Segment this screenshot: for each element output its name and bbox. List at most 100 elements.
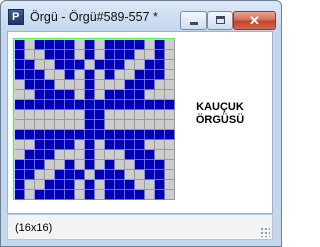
grid-cell[interactable] <box>65 80 75 90</box>
grid-cell[interactable] <box>115 90 125 100</box>
grid-cell[interactable] <box>55 50 65 60</box>
grid-cell[interactable] <box>95 60 105 70</box>
grid-cell[interactable] <box>165 120 175 130</box>
grid-cell[interactable] <box>115 170 125 180</box>
grid-cell[interactable] <box>85 90 95 100</box>
grid-cell[interactable] <box>125 160 135 170</box>
grid-cell[interactable] <box>35 110 45 120</box>
grid-cell[interactable] <box>125 50 135 60</box>
grid-cell[interactable] <box>145 110 155 120</box>
grid-cell[interactable] <box>35 140 45 150</box>
grid-cell[interactable] <box>35 40 45 50</box>
grid-cell[interactable] <box>105 70 115 80</box>
grid-cell[interactable] <box>45 150 55 160</box>
grid-cell[interactable] <box>115 50 125 60</box>
grid-cell[interactable] <box>95 120 105 130</box>
grid-cell[interactable] <box>75 160 85 170</box>
grid-cell[interactable] <box>115 140 125 150</box>
grid-cell[interactable] <box>95 100 105 110</box>
grid-cell[interactable] <box>75 170 85 180</box>
grid-cell[interactable] <box>135 100 145 110</box>
grid-cell[interactable] <box>25 60 35 70</box>
grid-cell[interactable] <box>145 50 155 60</box>
grid-cell[interactable] <box>45 110 55 120</box>
grid-cell[interactable] <box>105 40 115 50</box>
grid-cell[interactable] <box>25 140 35 150</box>
grid-cell[interactable] <box>25 70 35 80</box>
grid-cell[interactable] <box>145 170 155 180</box>
grid-cell[interactable] <box>145 60 155 70</box>
title-bar[interactable]: P Örgü - Örgü#589-557 * ✕ <box>1 1 281 31</box>
grid-cell[interactable] <box>15 120 25 130</box>
grid-cell[interactable] <box>65 150 75 160</box>
grid-cell[interactable] <box>15 170 25 180</box>
grid-cell[interactable] <box>45 180 55 190</box>
grid-cell[interactable] <box>25 170 35 180</box>
grid-cell[interactable] <box>135 190 145 200</box>
grid-cell[interactable] <box>105 130 115 140</box>
grid-cell[interactable] <box>65 160 75 170</box>
grid-cell[interactable] <box>15 110 25 120</box>
grid-cell[interactable] <box>65 180 75 190</box>
grid-cell[interactable] <box>65 170 75 180</box>
grid-cell[interactable] <box>65 70 75 80</box>
grid-cell[interactable] <box>165 50 175 60</box>
grid-cell[interactable] <box>15 50 25 60</box>
grid-cell[interactable] <box>135 120 145 130</box>
grid-cell[interactable] <box>105 140 115 150</box>
grid-cell[interactable] <box>35 160 45 170</box>
grid-cell[interactable] <box>165 180 175 190</box>
grid-cell[interactable] <box>95 150 105 160</box>
grid-cell[interactable] <box>15 70 25 80</box>
grid-cell[interactable] <box>145 180 155 190</box>
grid-cell[interactable] <box>25 80 35 90</box>
grid-cell[interactable] <box>155 110 165 120</box>
grid-cell[interactable] <box>95 70 105 80</box>
grid-cell[interactable] <box>45 130 55 140</box>
grid-cell[interactable] <box>25 190 35 200</box>
grid-cell[interactable] <box>65 130 75 140</box>
grid-cell[interactable] <box>165 170 175 180</box>
grid-cell[interactable] <box>55 170 65 180</box>
grid-cell[interactable] <box>25 50 35 60</box>
grid-cell[interactable] <box>165 60 175 70</box>
grid-cell[interactable] <box>145 140 155 150</box>
grid-cell[interactable] <box>45 90 55 100</box>
pattern-canvas[interactable] <box>13 38 175 200</box>
grid-cell[interactable] <box>155 150 165 160</box>
grid-cell[interactable] <box>135 80 145 90</box>
grid-cell[interactable] <box>95 40 105 50</box>
grid-cell[interactable] <box>145 80 155 90</box>
grid-cell[interactable] <box>75 180 85 190</box>
grid-cell[interactable] <box>115 100 125 110</box>
grid-cell[interactable] <box>125 120 135 130</box>
grid-cell[interactable] <box>145 130 155 140</box>
grid-cell[interactable] <box>65 120 75 130</box>
grid-cell[interactable] <box>145 150 155 160</box>
grid-cell[interactable] <box>45 60 55 70</box>
grid-cell[interactable] <box>55 180 65 190</box>
grid-cell[interactable] <box>95 130 105 140</box>
grid-cell[interactable] <box>155 120 165 130</box>
grid-cell[interactable] <box>55 120 65 130</box>
grid-cell[interactable] <box>125 180 135 190</box>
grid-cell[interactable] <box>125 60 135 70</box>
grid-cell[interactable] <box>135 60 145 70</box>
grid-cell[interactable] <box>45 50 55 60</box>
grid-cell[interactable] <box>115 80 125 90</box>
grid-cell[interactable] <box>35 120 45 130</box>
grid-cell[interactable] <box>155 50 165 60</box>
grid-cell[interactable] <box>155 40 165 50</box>
grid-cell[interactable] <box>35 180 45 190</box>
grid-cell[interactable] <box>85 180 95 190</box>
grid-cell[interactable] <box>145 160 155 170</box>
grid-cell[interactable] <box>55 110 65 120</box>
grid-cell[interactable] <box>95 160 105 170</box>
maximize-button[interactable] <box>207 11 233 30</box>
grid-cell[interactable] <box>25 150 35 160</box>
grid-cell[interactable] <box>25 40 35 50</box>
grid-cell[interactable] <box>155 70 165 80</box>
grid-cell[interactable] <box>25 90 35 100</box>
grid-cell[interactable] <box>15 150 25 160</box>
grid-cell[interactable] <box>65 40 75 50</box>
